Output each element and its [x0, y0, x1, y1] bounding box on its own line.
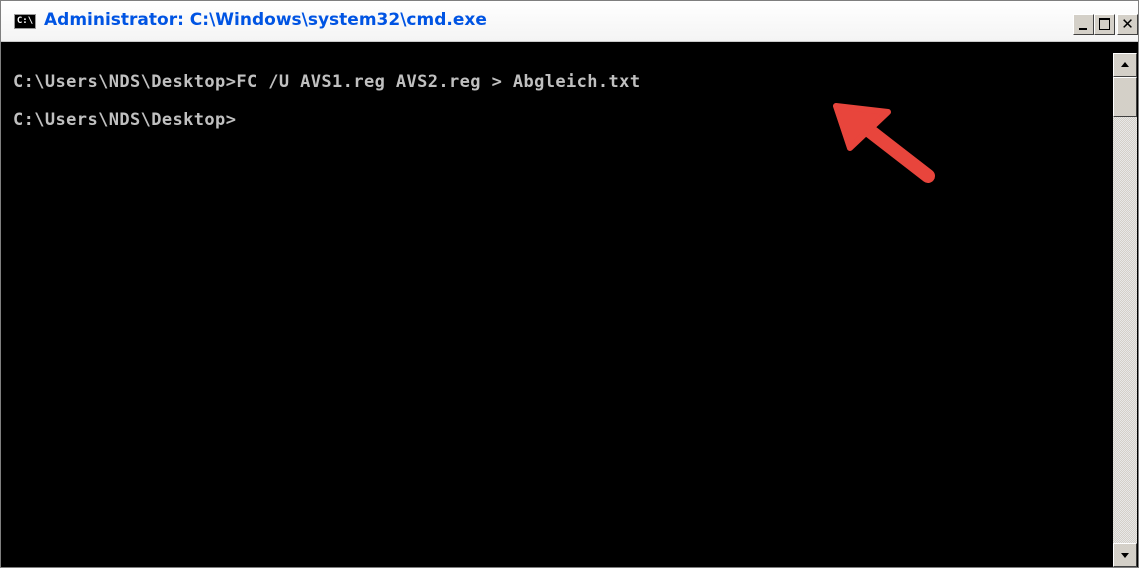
scroll-down-button[interactable]: [1113, 543, 1137, 567]
arrow-shape: [833, 103, 935, 183]
title-bar[interactable]: C:\ Administrator: C:\Windows\system32\c…: [1, 1, 1138, 42]
console-prompt-line: C:\Users\NDS\Desktop>: [13, 110, 237, 130]
maximize-button[interactable]: [1094, 14, 1115, 35]
red-arrow-icon: [833, 103, 935, 183]
scroll-thumb[interactable]: [1113, 77, 1137, 117]
cmd-window: C:\ Administrator: C:\Windows\system32\c…: [0, 0, 1139, 568]
console-line: C:\Users\NDS\Desktop>FC /U AVS1.reg AVS2…: [13, 72, 641, 92]
console-output[interactable]: C:\Users\NDS\Desktop>FC /U AVS1.reg AVS2…: [13, 42, 1113, 567]
window-title: Administrator: C:\Windows\system32\cmd.e…: [44, 10, 487, 30]
minimize-button[interactable]: [1073, 14, 1094, 35]
vertical-scrollbar[interactable]: [1113, 53, 1137, 567]
cmd-app-icon[interactable]: C:\: [14, 14, 36, 29]
close-button[interactable]: ✕: [1117, 14, 1138, 35]
caption-buttons: ✕: [1073, 14, 1138, 35]
scroll-up-button[interactable]: [1113, 53, 1137, 77]
